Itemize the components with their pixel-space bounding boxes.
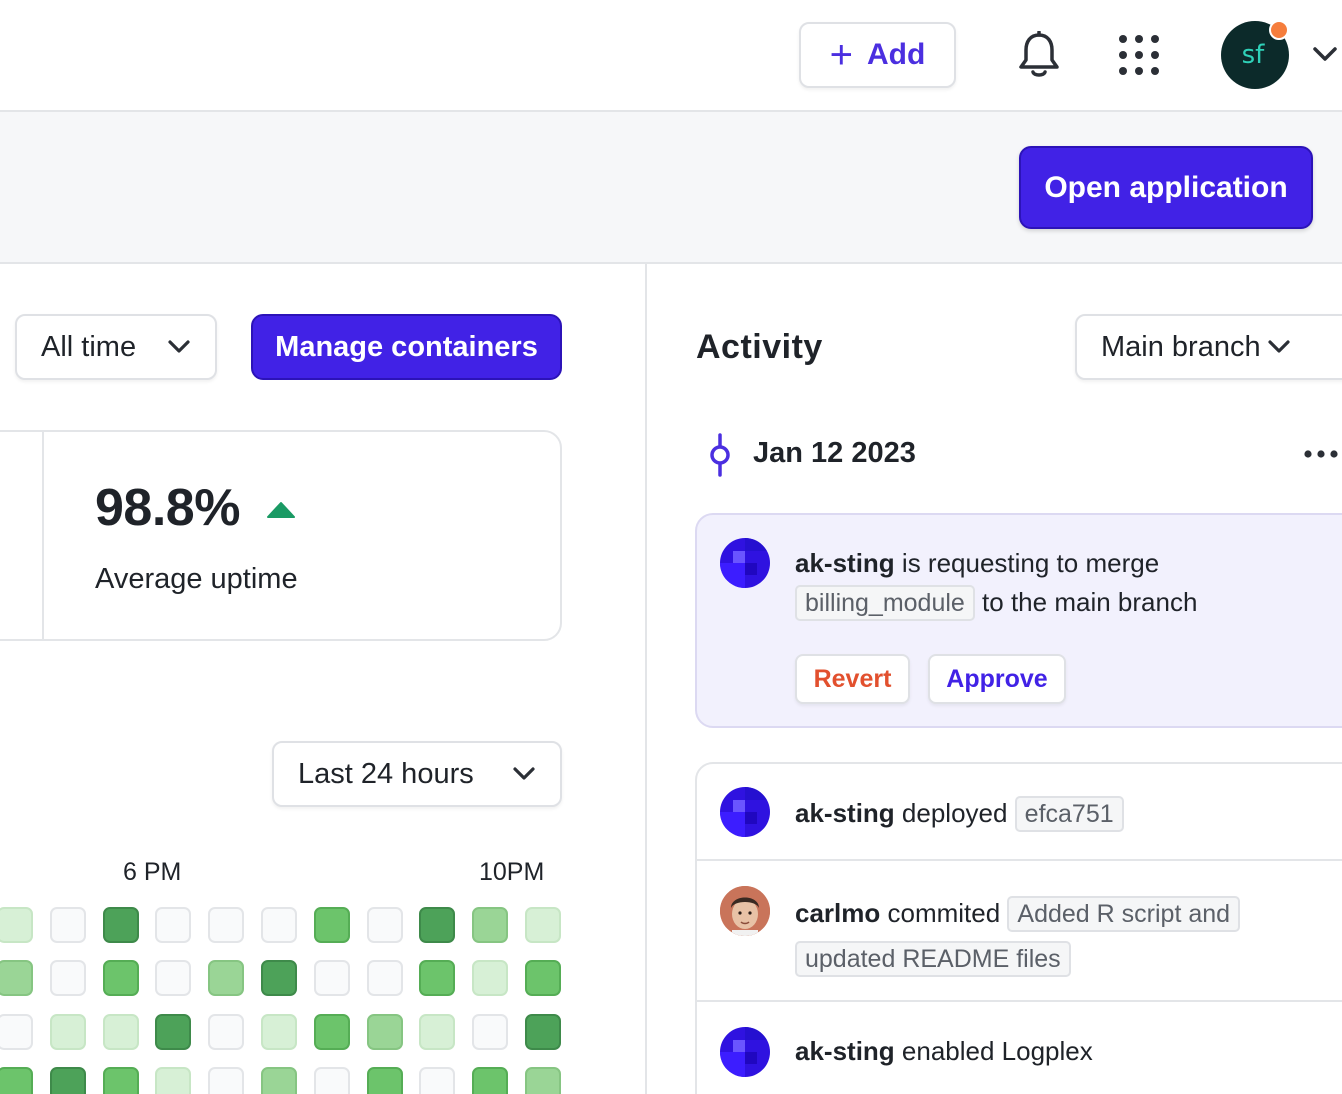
heatmap-cell[interactable]: [419, 907, 455, 943]
activity-verb: commited: [880, 898, 1008, 928]
activity-date: Jan 12 2023: [753, 437, 916, 469]
heatmap-cell[interactable]: [208, 1014, 244, 1050]
grid-dots-icon[interactable]: [1117, 33, 1161, 77]
list-item-line2: updated README files: [795, 941, 1071, 977]
heatmap-cell[interactable]: [261, 1014, 297, 1050]
heatmap-cell[interactable]: [367, 960, 403, 996]
revert-button[interactable]: Revert: [795, 654, 910, 704]
heatmap-cell[interactable]: [0, 1067, 33, 1094]
branch-select[interactable]: Main branch: [1075, 314, 1342, 380]
heatmap-cell[interactable]: [50, 1067, 86, 1094]
heatmap-cell[interactable]: [525, 907, 561, 943]
heatmap-cell[interactable]: [314, 907, 350, 943]
heatmap-cell[interactable]: [367, 907, 403, 943]
heatmap-cell[interactable]: [50, 1014, 86, 1050]
chevron-down-icon: [1268, 340, 1290, 353]
heatmap-cell[interactable]: [472, 907, 508, 943]
commit-message-chip[interactable]: updated README files: [795, 941, 1071, 977]
user-avatar-photo[interactable]: [720, 886, 770, 936]
activity-user[interactable]: ak-sting: [795, 1036, 895, 1066]
heatmap-cell[interactable]: [155, 1067, 191, 1094]
heatmap-cell[interactable]: [50, 907, 86, 943]
merge-user[interactable]: ak-sting: [795, 548, 895, 578]
heatmap-cell[interactable]: [261, 1067, 297, 1094]
commit-icon: [710, 433, 730, 477]
merge-text-2: to the main branch: [974, 587, 1198, 617]
panel-divider: [645, 264, 647, 1094]
heatmap-cell[interactable]: [314, 960, 350, 996]
bell-icon[interactable]: [1016, 31, 1062, 79]
heatmap-cell[interactable]: [208, 1067, 244, 1094]
heatmap-cell[interactable]: [525, 960, 561, 996]
uptime-heatmap: [0, 0, 645, 1094]
heatmap-cell[interactable]: [472, 1067, 508, 1094]
heatmap-cell[interactable]: [525, 1014, 561, 1050]
branch-chip[interactable]: billing_module: [795, 585, 975, 621]
activity-verb: enabled Logplex: [894, 1036, 1093, 1066]
list-item: ak-sting deployed efca751: [795, 796, 1124, 832]
heatmap-cell[interactable]: [472, 960, 508, 996]
approve-button[interactable]: Approve: [928, 654, 1066, 704]
add-button-label: Add: [867, 38, 926, 71]
heatmap-cell[interactable]: [208, 907, 244, 943]
row-divider: [697, 859, 1342, 861]
heatmap-cell[interactable]: [155, 960, 191, 996]
add-button[interactable]: + Add: [799, 22, 956, 88]
list-item: ak-sting enabled Logplex: [795, 1036, 1093, 1067]
branch-select-label: Main branch: [1101, 330, 1261, 363]
merge-request-text-line2: billing_module to the main branch: [795, 585, 1197, 621]
avatar-initials: sf: [1241, 40, 1265, 70]
heatmap-cell[interactable]: [0, 1014, 33, 1050]
row-divider: [697, 1000, 1342, 1002]
commit-chip[interactable]: efca751: [1014, 796, 1124, 832]
heatmap-cell[interactable]: [0, 960, 33, 996]
heatmap-cell[interactable]: [419, 960, 455, 996]
activity-user[interactable]: carlmo: [795, 898, 880, 928]
heatmap-cell[interactable]: [419, 1067, 455, 1094]
heatmap-cell[interactable]: [0, 907, 33, 943]
heatmap-cell[interactable]: [367, 1014, 403, 1050]
heatmap-cell[interactable]: [367, 1067, 403, 1094]
commit-message-chip[interactable]: Added R script and: [1007, 896, 1241, 932]
merge-request-text: ak-sting is requesting to merge: [795, 548, 1159, 579]
heatmap-cell[interactable]: [103, 960, 139, 996]
user-avatar-pixel[interactable]: [720, 538, 770, 588]
heatmap-cell[interactable]: [261, 960, 297, 996]
heatmap-cell[interactable]: [472, 1014, 508, 1050]
list-item: carlmo commited Added R script and: [795, 896, 1241, 932]
heatmap-cell[interactable]: [261, 907, 297, 943]
heatmap-cell[interactable]: [208, 960, 244, 996]
notification-dot: [1269, 20, 1289, 40]
heatmap-cell[interactable]: [419, 1014, 455, 1050]
activity-verb: deployed: [894, 798, 1015, 828]
plus-icon: +: [829, 33, 854, 77]
more-options-icon[interactable]: [1303, 446, 1339, 462]
heatmap-cell[interactable]: [314, 1067, 350, 1094]
heatmap-cell[interactable]: [155, 907, 191, 943]
heatmap-cell[interactable]: [103, 1067, 139, 1094]
heatmap-cell[interactable]: [314, 1014, 350, 1050]
user-avatar-pixel[interactable]: [720, 1027, 770, 1077]
user-avatar-pixel[interactable]: [720, 787, 770, 837]
activity-title: Activity: [696, 328, 823, 366]
activity-user[interactable]: ak-sting: [795, 798, 895, 828]
heatmap-cell[interactable]: [525, 1067, 561, 1094]
chevron-down-icon[interactable]: [1312, 44, 1338, 64]
heatmap-cell[interactable]: [50, 960, 86, 996]
merge-text-1: is requesting to merge: [894, 548, 1160, 578]
heatmap-cell[interactable]: [155, 1014, 191, 1050]
heatmap-cell[interactable]: [103, 907, 139, 943]
heatmap-cell[interactable]: [103, 1014, 139, 1050]
open-application-button[interactable]: Open application: [1019, 146, 1313, 229]
